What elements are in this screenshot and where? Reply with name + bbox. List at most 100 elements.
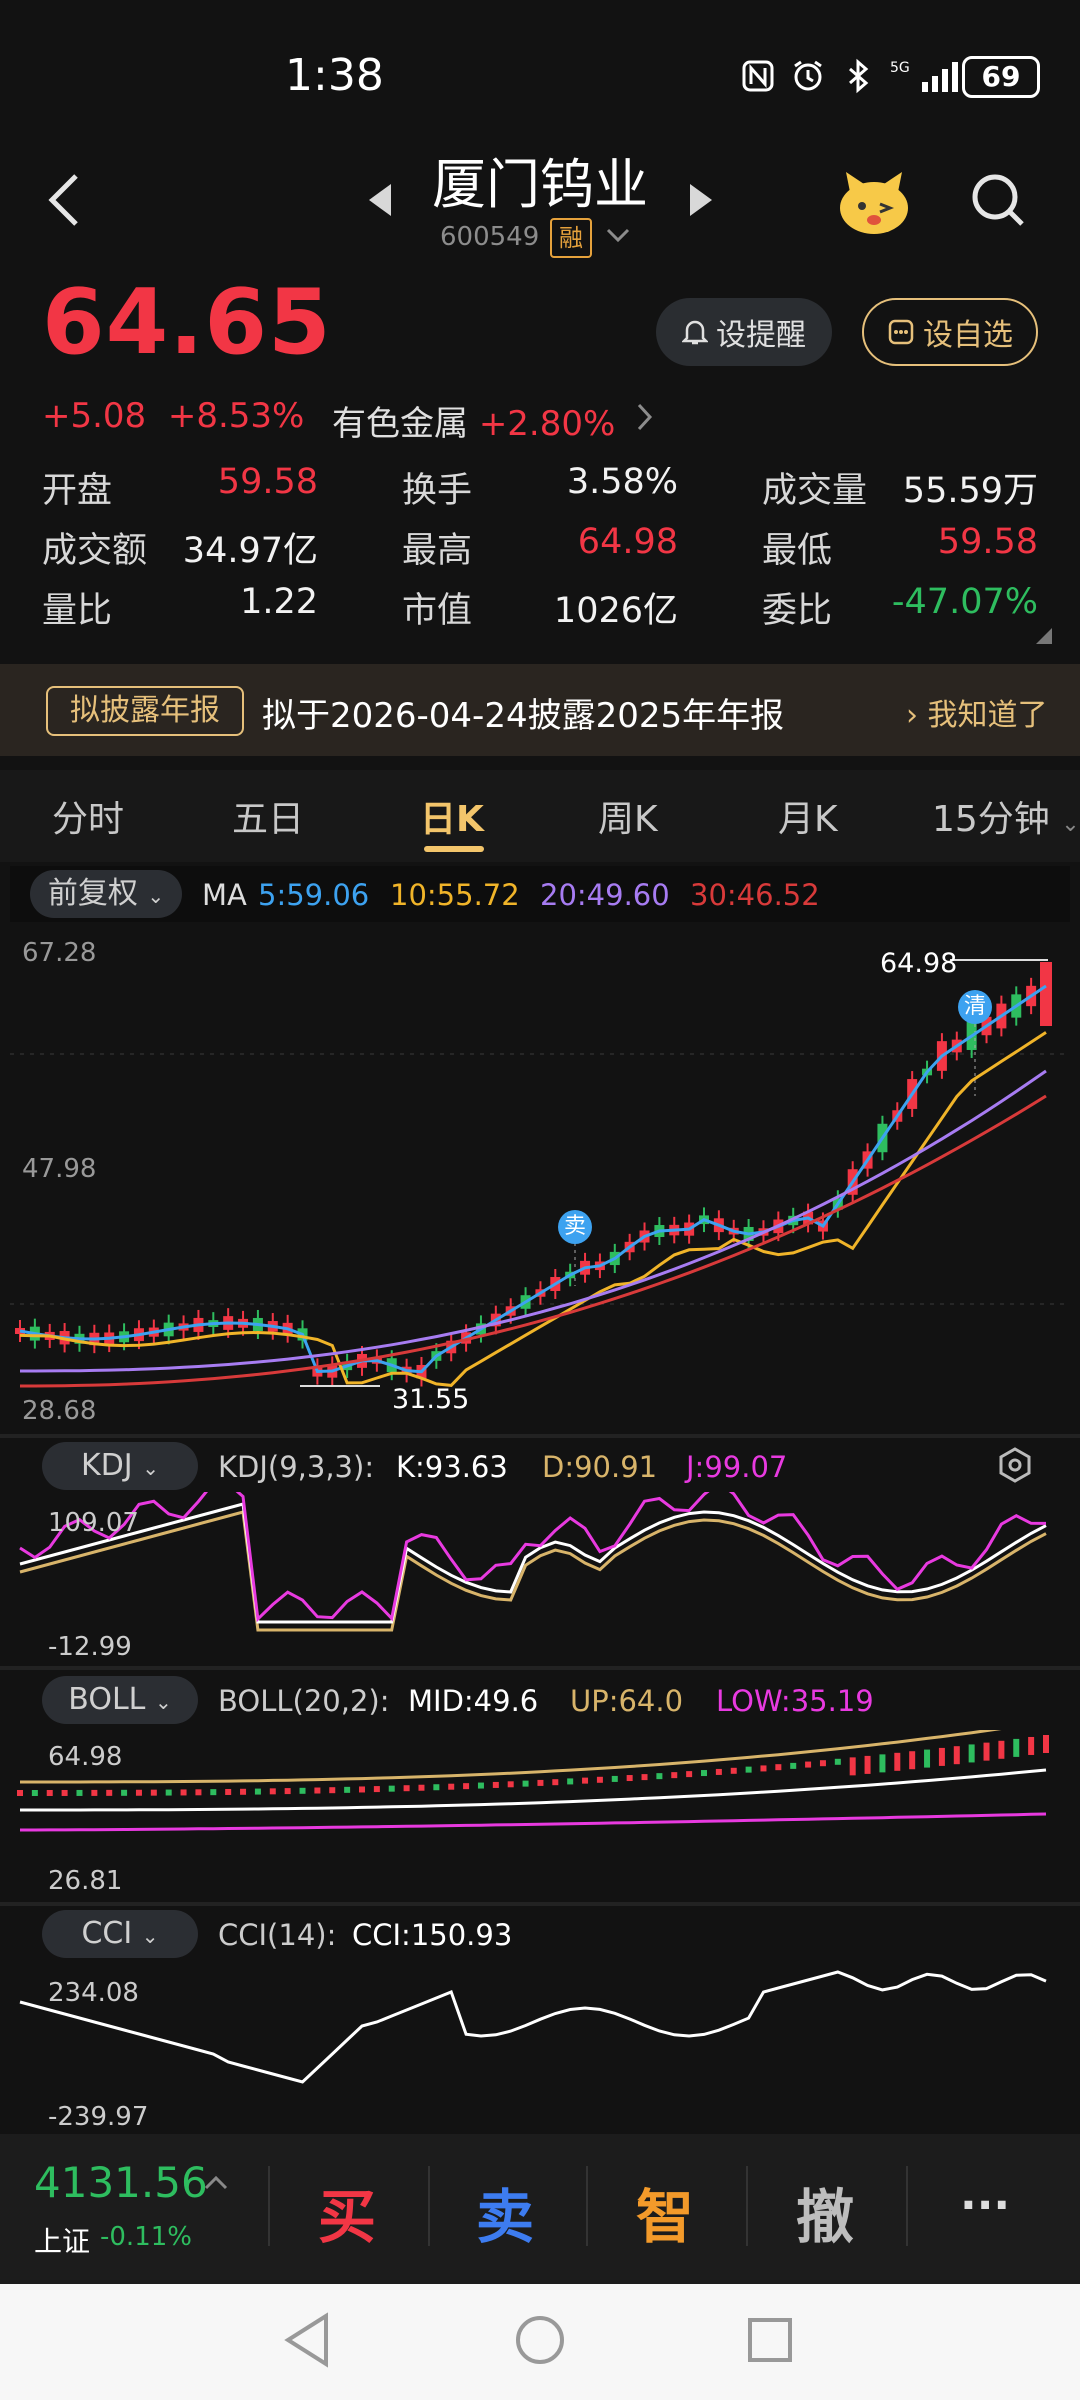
chevron-down-icon[interactable] (606, 228, 630, 244)
boll-candle (76, 1789, 83, 1796)
ma-line (20, 1069, 1047, 1373)
boll-candle (492, 1781, 499, 1788)
divider (0, 1902, 1080, 1906)
boll-candle (671, 1772, 678, 1779)
watchlist-icon (888, 319, 914, 345)
cci-y-bottom: -239.97 (48, 2102, 149, 2132)
stat-value: 3.58% (566, 462, 678, 502)
alarm-icon (794, 60, 822, 91)
stat-value: 1026亿 (553, 591, 678, 631)
notice-dismiss-button[interactable]: › 我知道了 (906, 690, 1048, 734)
tab-monthly-k[interactable]: 月K (778, 790, 838, 842)
tab-weekly-k[interactable]: 周K (598, 790, 658, 842)
boll-candle (1013, 1738, 1020, 1757)
stat-label: 换手 (402, 471, 473, 511)
nav-recents-icon[interactable] (746, 2316, 794, 2364)
stock-code: 600549 (440, 222, 540, 252)
boll-candle (31, 1789, 38, 1796)
bell-icon (682, 320, 708, 345)
boll-candle (359, 1786, 365, 1793)
boll-candle (819, 1760, 826, 1767)
stat-value: 1.22 (240, 582, 318, 622)
chevron-down-icon: ⌄ (147, 884, 165, 908)
chevron-up-icon[interactable] (204, 2174, 228, 2190)
kdj-k: K:93.63 (396, 1450, 508, 1484)
boll-low: LOW:35.19 (716, 1684, 874, 1718)
boll-candle (924, 1749, 931, 1768)
tab-daily-k[interactable]: 日K (420, 790, 484, 842)
sell-button[interactable]: 卖 (476, 2170, 534, 2254)
cci-select[interactable]: CCI ⌄ (42, 1910, 198, 1958)
boll-candle (225, 1788, 232, 1795)
cancel-order-button[interactable]: 撤 (796, 2170, 854, 2254)
nav-back-icon[interactable] (282, 2312, 332, 2368)
mascot-icon[interactable] (836, 166, 912, 236)
boll-candle (165, 1789, 172, 1796)
prev-stock-icon[interactable] (365, 180, 395, 220)
stock-name: 厦门钨业 (432, 153, 648, 216)
boll-select[interactable]: BOLL ⌄ (42, 1676, 198, 1724)
chevron-right-icon[interactable] (636, 402, 654, 432)
cci-chart[interactable] (0, 1962, 1080, 2134)
current-price: 64.65 (42, 270, 332, 375)
boll-candle (611, 1775, 618, 1782)
settings-icon[interactable] (996, 1446, 1034, 1484)
index-value[interactable]: 4131.56 (34, 2158, 208, 2207)
tab-intraday[interactable]: 分时 (52, 790, 124, 842)
boll-chart[interactable] (0, 1730, 1080, 1900)
smart-button[interactable]: 智 (636, 2170, 694, 2254)
sector-change: +2.80% (478, 404, 616, 444)
active-tab-indicator (424, 846, 484, 852)
back-arrow-icon[interactable] (40, 170, 90, 230)
ma20-value: 20:49.60 (540, 878, 670, 912)
boll-candle (909, 1751, 916, 1770)
search-icon[interactable] (968, 170, 1028, 230)
divider (0, 1666, 1080, 1670)
buy-button[interactable]: 买 (318, 2170, 376, 2254)
tab-five-day[interactable]: 五日 (232, 790, 304, 842)
boll-candle (790, 1762, 797, 1769)
kdj-j: J:99.07 (686, 1450, 788, 1484)
kdj-d-line (19, 1510, 1047, 1632)
ma-line (19, 1031, 1047, 1387)
boll-candle (582, 1777, 589, 1784)
add-watchlist-button[interactable]: 设自选 (862, 298, 1038, 366)
sector-link[interactable]: 有色金属 +2.80% (332, 396, 615, 445)
divider (428, 2166, 430, 2246)
tab-15min-label: 15分钟 (932, 799, 1050, 840)
stat-label: 成交量 (762, 471, 868, 511)
notice-tag: 拟披露年报 (46, 686, 244, 736)
boll-candle (463, 1783, 470, 1790)
stat-label: 市值 (402, 591, 473, 631)
boll-candle (953, 1746, 960, 1765)
expand-corner-icon[interactable] (1036, 628, 1052, 644)
boll-candle (745, 1766, 752, 1773)
kdj-chart[interactable] (0, 1492, 1080, 1662)
clear-marker[interactable]: 清 (958, 990, 992, 1024)
boll-candle (240, 1788, 247, 1795)
chevron-down-icon: ⌄ (154, 1690, 172, 1714)
boll-candle (195, 1789, 202, 1796)
boll-candle (150, 1789, 157, 1796)
sector-name: 有色金属 (332, 404, 468, 444)
more-button[interactable]: ··· (960, 2180, 1010, 2231)
kline-chart[interactable] (0, 926, 1080, 1430)
boll-candle (938, 1747, 945, 1766)
boll-candle (641, 1774, 648, 1781)
boll-candle (715, 1768, 722, 1775)
kdj-select[interactable]: KDJ ⌄ (42, 1442, 198, 1490)
boll-candle (373, 1786, 380, 1793)
sell-marker[interactable]: 卖 (558, 1210, 592, 1244)
price-change: +5.08 +8.53% (42, 396, 304, 436)
nav-home-icon[interactable] (514, 2314, 566, 2366)
set-alert-button[interactable]: 设提醒 (656, 298, 832, 366)
tab-15min[interactable]: 15分钟 ⌄ (932, 790, 1080, 842)
adjust-select[interactable]: 前复权 ⌄ (30, 870, 182, 918)
boll-candle (998, 1740, 1005, 1759)
boll-candle (448, 1783, 455, 1790)
ma-label: MA (202, 878, 247, 912)
boll-y-bottom: 26.81 (48, 1866, 123, 1896)
change-percent: +8.53% (167, 396, 305, 436)
next-stock-icon[interactable] (686, 180, 716, 220)
boll-candle (314, 1787, 321, 1794)
